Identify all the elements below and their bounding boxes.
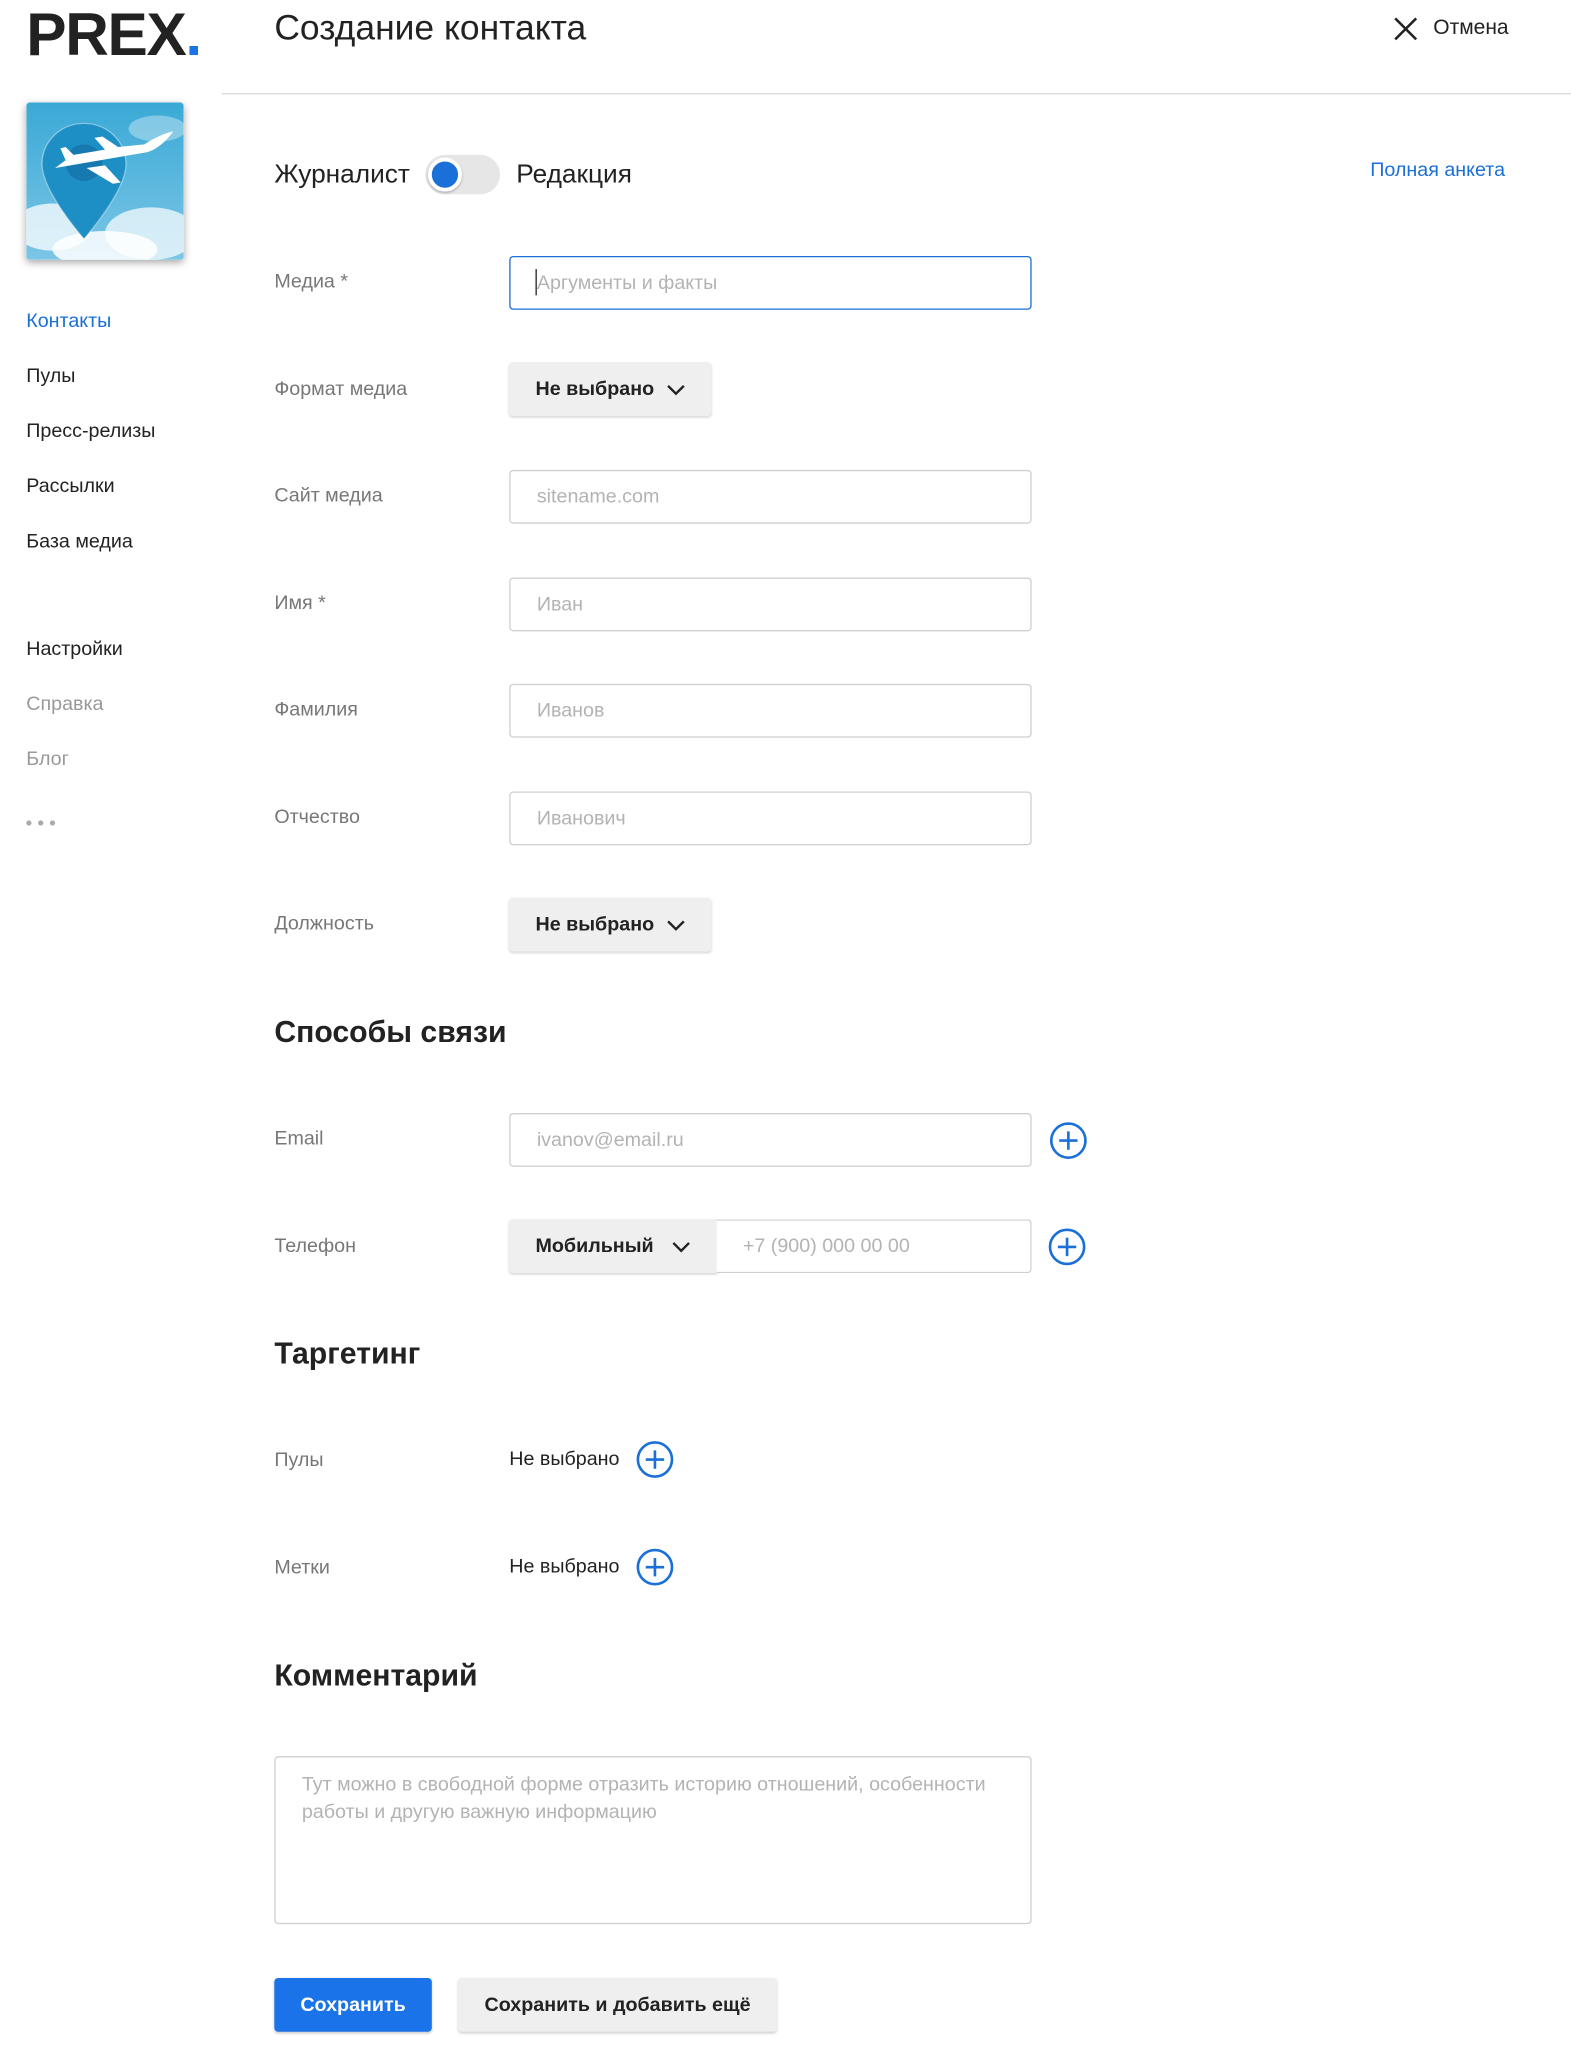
close-icon [1394,17,1418,41]
tags-label: Метки [274,1556,330,1579]
save-button[interactable]: Сохранить [274,1977,432,2032]
ellipsis-icon[interactable] [26,809,65,826]
sidebar-item-contacts[interactable]: Контакты [26,310,111,332]
text-caret [535,269,537,296]
phone-field[interactable] [716,1219,1032,1274]
phone-input-group: Мобильный [509,1219,1032,1274]
switch-knob [428,157,463,192]
media-format-label: Формат медиа [274,378,408,401]
first-name-input[interactable] [509,577,1032,632]
media-label: Медиа * [274,270,349,293]
media-input[interactable] [509,255,1032,310]
last-name-label: Фамилия [274,698,358,721]
save-and-add-button[interactable]: Сохранить и добавить ещё [458,1977,777,2032]
airplane-pin-icon [26,102,184,260]
phone-type-value: Мобильный [535,1235,654,1258]
last-name-input[interactable] [509,683,1032,738]
header-divider [221,93,1571,95]
first-name-label: Имя * [274,591,326,615]
company-avatar[interactable] [26,102,184,260]
media-format-dropdown[interactable]: Не выбрано [509,362,712,417]
chevron-down-icon [667,919,686,931]
phone-label: Телефон [274,1235,356,1258]
comment-textarea[interactable] [274,1756,1032,1925]
add-email-icon[interactable] [1049,1121,1088,1160]
logo-dot: . [185,0,202,69]
add-phone-icon[interactable] [1047,1227,1086,1266]
full-form-link[interactable]: Полная анкета [1370,159,1505,181]
email-label: Email [274,1127,324,1150]
sidebar-item-media-base[interactable]: База медиа [26,530,133,552]
tags-value: Не выбрано [509,1555,620,1578]
middle-name-label: Отчество [274,805,360,829]
phone-type-dropdown[interactable]: Мобильный [509,1219,717,1274]
page-title: Создание контакта [274,7,587,48]
pools-value: Не выбрано [509,1447,620,1470]
media-site-input[interactable] [509,469,1032,524]
toggle-left-label[interactable]: Журналист [274,159,410,189]
add-tag-icon[interactable] [635,1547,674,1586]
toggle-right-label[interactable]: Редакция [516,159,632,189]
prex-logo[interactable]: PREX. [26,0,202,69]
cancel-label: Отмена [1433,17,1509,40]
chevron-down-icon [672,1241,690,1252]
contact-type-switch[interactable] [425,154,501,195]
cancel-button[interactable]: Отмена [1391,14,1509,43]
sidebar-item-blog[interactable]: Блог [26,748,69,770]
chevron-down-icon [667,384,686,395]
sidebar-item-mailings[interactable]: Рассылки [26,475,114,497]
media-format-value: Не выбрано [535,378,655,401]
sidebar-item-press-releases[interactable]: Пресс-релизы [26,420,155,442]
add-pool-icon[interactable] [635,1440,674,1479]
sidebar-item-help[interactable]: Справка [26,693,103,715]
media-site-label: Сайт медиа [274,484,383,507]
sidebar-item-pools[interactable]: Пулы [26,365,75,387]
logo-text: PREX [26,0,186,69]
position-value: Не выбрано [535,913,655,936]
middle-name-input[interactable] [509,791,1032,846]
contact-type-toggle-row: Журналист Редакция [274,154,632,196]
email-field[interactable] [509,1113,1032,1167]
pools-label: Пулы [274,1449,324,1472]
contacts-section-title: Способы связи [274,1014,507,1049]
position-label: Должность [274,912,374,935]
position-dropdown[interactable]: Не выбрано [509,897,712,952]
comment-section-title: Комментарий [274,1657,478,1692]
sidebar-item-settings[interactable]: Настройки [26,638,123,660]
targeting-section-title: Таргетинг [274,1336,421,1371]
